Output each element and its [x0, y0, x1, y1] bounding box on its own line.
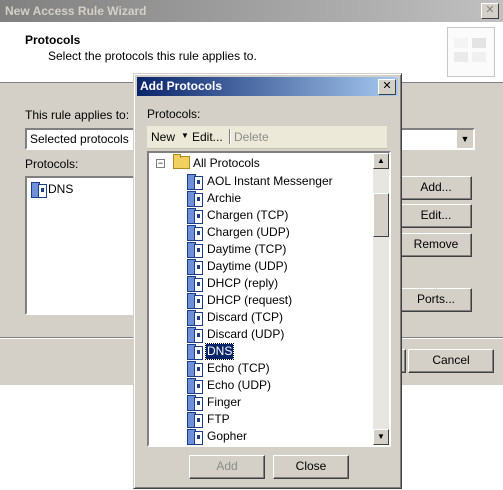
add-protocols-dialog: Add Protocols ✕ Protocols: New ▼ Edit...… — [133, 73, 402, 489]
tree-item-label: Chargen (UDP) — [207, 225, 290, 239]
new-menu-button[interactable]: New — [151, 130, 175, 144]
ports-button[interactable]: Ports... — [400, 288, 472, 312]
edit-protocol-button[interactable]: Edit... — [400, 204, 472, 228]
tree-item[interactable]: FTP — [187, 411, 367, 428]
dialog-close-button[interactable]: Close — [273, 455, 349, 479]
tree-item[interactable]: Archie — [187, 190, 367, 207]
protocol-tree[interactable]: − All Protocols AOL Instant Messenger Arc… — [147, 151, 391, 447]
list-item[interactable]: DNS — [31, 181, 131, 198]
tree-item-label: Gopher — [207, 429, 248, 443]
dialog-close-icon[interactable]: ✕ — [378, 79, 396, 95]
tree-item-label: DNS — [204, 343, 235, 360]
cancel-button[interactable]: Cancel — [408, 349, 494, 373]
wizard-titlebar: New Access Rule Wizard ✕ — [0, 0, 503, 22]
list-item-label: DNS — [48, 182, 74, 196]
scroll-up-icon[interactable]: ▲ — [373, 153, 389, 169]
tree-item[interactable]: Discard (UDP) — [187, 326, 367, 343]
tree-item[interactable]: Daytime (UDP) — [187, 258, 367, 275]
tree-root-label: All Protocols — [193, 156, 260, 170]
tree-item[interactable]: Daytime (TCP) — [187, 241, 367, 258]
new-dropdown-icon[interactable]: ▼ — [181, 131, 189, 140]
edit-toolbar-button[interactable]: Edit... — [192, 130, 223, 144]
tree-item[interactable]: Chargen (UDP) — [187, 224, 367, 241]
collapse-icon[interactable]: − — [156, 159, 165, 168]
tree-item-label: Discard (TCP) — [207, 310, 284, 324]
protocol-icon — [187, 191, 203, 207]
tree-item[interactable]: DHCP (reply) — [187, 275, 367, 292]
tree-item-label: DHCP (reply) — [207, 276, 279, 290]
wizard-close-icon[interactable]: ✕ — [481, 3, 499, 19]
protocol-icon — [187, 395, 203, 411]
protocol-icon — [187, 361, 203, 377]
tree-item-label: FTP — [207, 412, 230, 426]
tree-item[interactable]: Echo (TCP) — [187, 360, 367, 377]
protocol-icon — [187, 174, 203, 190]
wizard-logo-icon — [447, 27, 495, 77]
folder-icon — [173, 154, 190, 169]
protocols-label: Protocols: — [25, 157, 79, 171]
protocol-icon — [187, 344, 203, 360]
add-protocol-button[interactable]: Add... — [400, 176, 472, 200]
dialog-toolbar: New ▼ Edit... Delete — [147, 126, 387, 149]
tree-item[interactable]: AOL Instant Messenger — [187, 173, 367, 190]
scroll-thumb[interactable] — [373, 193, 389, 237]
tree-item-label: Chargen (TCP) — [207, 208, 289, 222]
applies-to-value: Selected protocols — [30, 132, 129, 146]
tree-item-label: Echo (UDP) — [207, 378, 272, 392]
tree-item-label: Daytime (UDP) — [207, 259, 288, 273]
tree-scrollbar[interactable]: ▲ ▼ — [373, 153, 389, 445]
wizard-title: New Access Rule Wizard — [5, 4, 147, 18]
tree-item-label: Discard (UDP) — [207, 327, 285, 341]
tree-item[interactable]: Discard (TCP) — [187, 309, 367, 326]
protocol-icon — [187, 378, 203, 394]
protocol-icon — [31, 182, 47, 198]
tree-item-label: Echo (TCP) — [207, 361, 270, 375]
tree-item-label: AOL Instant Messenger — [207, 174, 333, 188]
protocol-icon — [187, 208, 203, 224]
selected-protocols-list[interactable]: DNS — [25, 176, 144, 315]
tree-item[interactable]: Echo (UDP) — [187, 377, 367, 394]
toolbar-separator — [229, 129, 231, 144]
wizard-page-title: Protocols — [25, 33, 81, 47]
protocol-icon — [187, 412, 203, 428]
protocol-icon — [187, 293, 203, 309]
protocol-icon — [187, 429, 203, 445]
wizard-page-subtitle: Select the protocols this rule applies t… — [48, 49, 257, 63]
tree-items: AOL Instant Messenger Archie Chargen (TCP)… — [187, 173, 367, 445]
remove-protocol-button[interactable]: Remove — [400, 233, 472, 257]
dialog-titlebar: Add Protocols ✕ — [137, 77, 398, 96]
delete-toolbar-button[interactable]: Delete — [234, 130, 269, 144]
protocol-icon — [187, 259, 203, 275]
dialog-add-button[interactable]: Add — [189, 455, 265, 479]
tree-item[interactable]: Finger — [187, 394, 367, 411]
protocol-icon — [187, 327, 203, 343]
tree-item-label: Daytime (TCP) — [207, 242, 287, 256]
tree-item-label: Finger — [207, 395, 242, 409]
applies-to-label: This rule applies to: — [25, 108, 130, 122]
tree-item[interactable]: Chargen (TCP) — [187, 207, 367, 224]
dropdown-arrow-icon[interactable]: ▼ — [456, 130, 473, 148]
dialog-title: Add Protocols — [140, 79, 223, 93]
tree-item[interactable]: DHCP (request) — [187, 292, 367, 309]
scroll-down-icon[interactable]: ▼ — [373, 429, 389, 445]
tree-item[interactable]: Gopher — [187, 428, 367, 445]
protocol-icon — [187, 276, 203, 292]
protocol-icon — [187, 225, 203, 241]
tree-item-label: Archie — [207, 191, 242, 205]
protocol-icon — [187, 242, 203, 258]
tree-item[interactable]: DNS — [187, 343, 367, 360]
dialog-protocols-label: Protocols: — [147, 107, 201, 121]
tree-item-label: DHCP (request) — [207, 293, 293, 307]
protocol-icon — [187, 310, 203, 326]
